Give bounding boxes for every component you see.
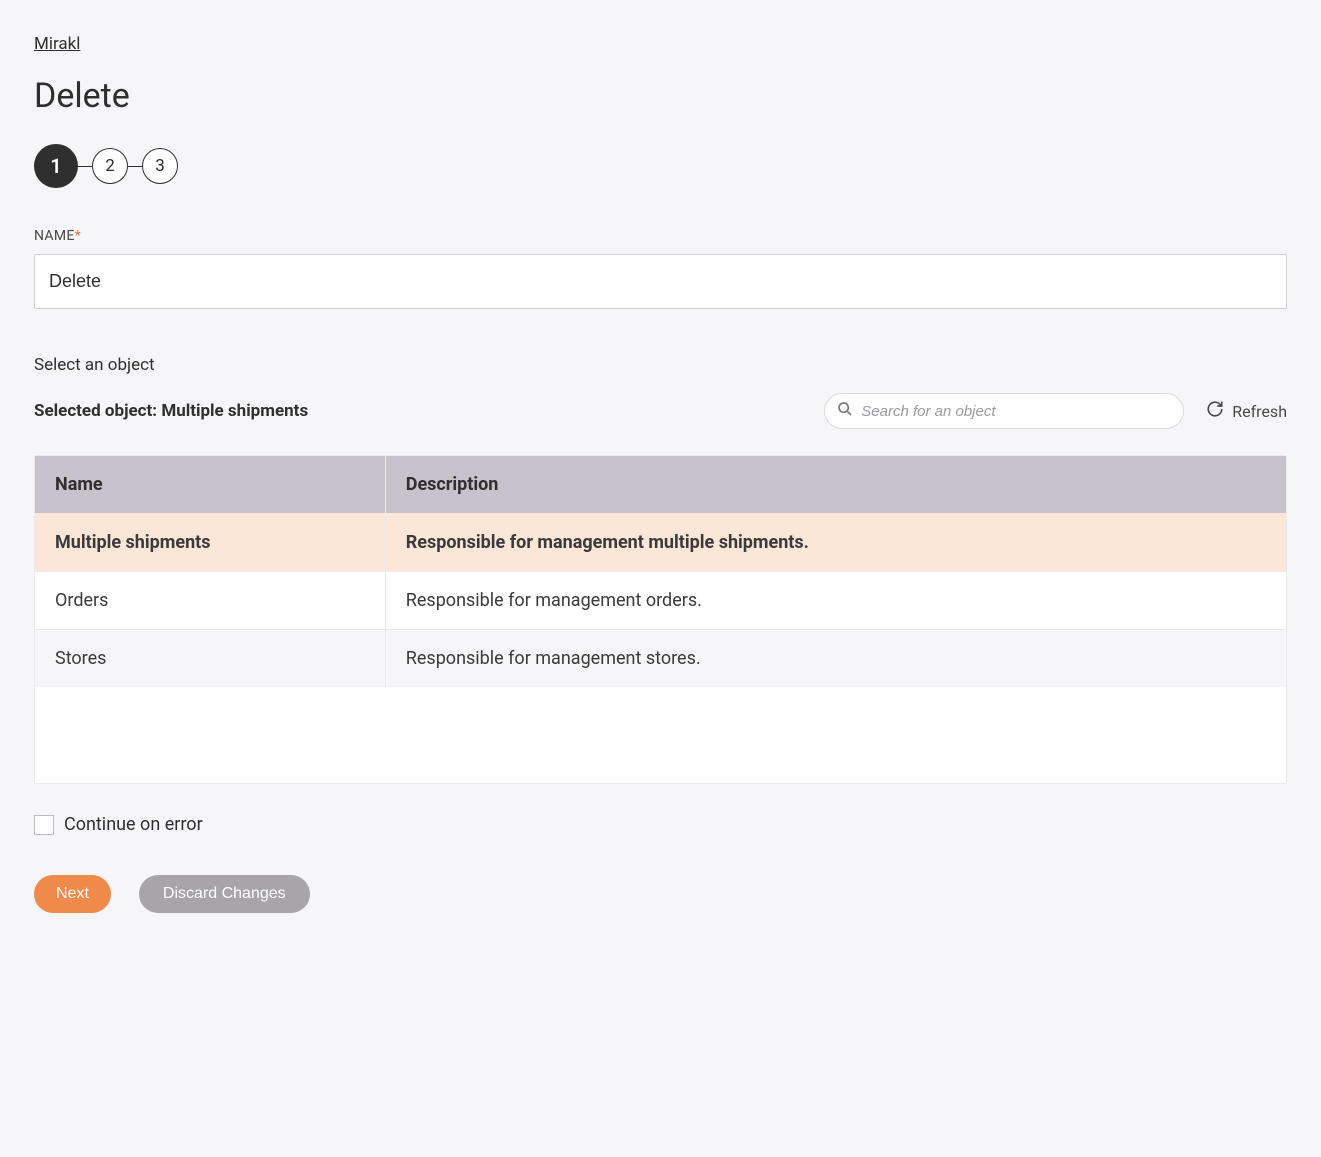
name-input[interactable] bbox=[34, 254, 1287, 309]
table-row[interactable]: Orders Responsible for management orders… bbox=[35, 572, 1286, 630]
cell-name: Multiple shipments bbox=[35, 514, 385, 572]
next-button[interactable]: Next bbox=[34, 875, 111, 913]
table-header-name: Name bbox=[35, 456, 385, 514]
discard-changes-button[interactable]: Discard Changes bbox=[139, 875, 310, 913]
search-icon bbox=[837, 401, 853, 421]
refresh-label: Refresh bbox=[1232, 402, 1287, 421]
select-object-label: Select an object bbox=[34, 355, 1287, 375]
table-header-description: Description bbox=[385, 456, 1286, 514]
cell-name: Stores bbox=[35, 630, 385, 688]
step-connector bbox=[128, 166, 142, 167]
wizard-stepper: 1 2 3 bbox=[34, 144, 1287, 188]
page-title: Delete bbox=[34, 76, 1287, 116]
table-row[interactable]: Stores Responsible for management stores… bbox=[35, 630, 1286, 688]
name-field-label: NAME* bbox=[34, 228, 1287, 244]
continue-on-error-row[interactable]: Continue on error bbox=[34, 814, 1287, 835]
step-3[interactable]: 3 bbox=[142, 148, 178, 184]
cell-name: Orders bbox=[35, 572, 385, 630]
search-box[interactable] bbox=[824, 393, 1184, 429]
breadcrumb-link[interactable]: Mirakl bbox=[34, 34, 80, 54]
cell-description: Responsible for management orders. bbox=[385, 572, 1286, 630]
step-connector bbox=[78, 166, 92, 167]
cell-description: Responsible for management stores. bbox=[385, 630, 1286, 688]
object-table: Name Description Multiple shipments Resp… bbox=[34, 455, 1287, 784]
search-input[interactable] bbox=[861, 403, 1171, 420]
selected-object-text: Selected object: Multiple shipments bbox=[34, 401, 308, 421]
step-1[interactable]: 1 bbox=[34, 144, 78, 188]
table-row[interactable]: Multiple shipments Responsible for manag… bbox=[35, 514, 1286, 572]
refresh-icon bbox=[1206, 400, 1224, 422]
continue-on-error-checkbox[interactable] bbox=[34, 815, 54, 835]
step-2[interactable]: 2 bbox=[92, 148, 128, 184]
cell-description: Responsible for management multiple ship… bbox=[385, 514, 1286, 572]
table-empty-space bbox=[35, 687, 1286, 783]
continue-on-error-label: Continue on error bbox=[64, 814, 203, 835]
refresh-button[interactable]: Refresh bbox=[1206, 400, 1287, 422]
